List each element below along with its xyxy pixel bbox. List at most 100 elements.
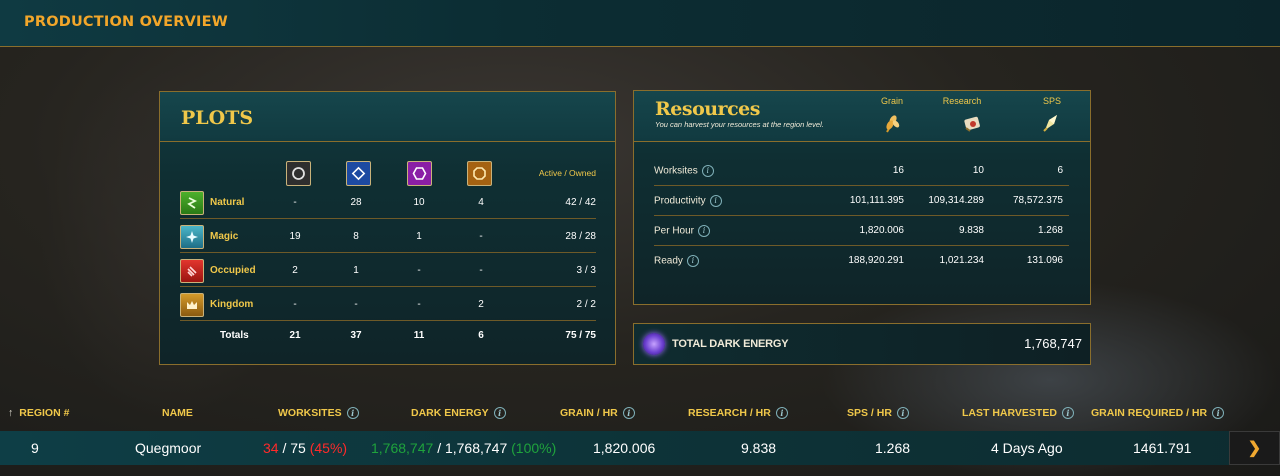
page-title: PRODUCTION OVERVIEW bbox=[24, 14, 228, 30]
plot-cell: 1 bbox=[416, 231, 422, 242]
dark-energy-value: 1,768,747 / 1,768,747 (100%) bbox=[371, 440, 557, 456]
column-header-name[interactable]: NAME bbox=[162, 407, 193, 419]
column-header-research-hr[interactable]: RESEARCH / HR i bbox=[688, 407, 788, 420]
resource-row-label: Ready i bbox=[654, 255, 699, 267]
info-icon[interactable]: i bbox=[346, 407, 359, 420]
total-dark-energy-value: 1,768,747 bbox=[1024, 336, 1082, 351]
plot-total-cell: 6 bbox=[478, 330, 484, 341]
resource-value: 1,021.234 bbox=[939, 255, 985, 266]
grain-icon bbox=[880, 111, 904, 135]
plot-row-label: Kingdom bbox=[210, 299, 254, 310]
worksites-value: 34 / 75 (45%) bbox=[263, 440, 348, 456]
occupied-badge-icon bbox=[180, 259, 204, 283]
kingdom-icon bbox=[467, 161, 492, 186]
resource-value: 9.838 bbox=[958, 225, 984, 236]
magic-badge-icon bbox=[180, 225, 204, 249]
resource-row-per-hour: Per Hour i 1,820.006 9.838 1.268 bbox=[654, 216, 1069, 246]
plot-row-natural: Natural - 28 10 4 42 / 42 bbox=[180, 186, 596, 219]
info-icon[interactable]: i bbox=[622, 407, 635, 420]
plot-cell: 4 bbox=[478, 197, 484, 208]
resource-value: 131.096 bbox=[1026, 255, 1063, 266]
region-number: 9 bbox=[31, 440, 39, 456]
info-icon[interactable]: i bbox=[709, 195, 722, 207]
plot-row-magic: Magic 19 8 1 - 28 / 28 bbox=[180, 220, 596, 253]
research-column-header: Research bbox=[942, 96, 982, 106]
sps-hr-value: 1.268 bbox=[875, 440, 911, 456]
total-dark-energy-label: TOTAL DARK ENERGY bbox=[672, 338, 789, 350]
column-header-last-harvested[interactable]: LAST HARVESTED i bbox=[962, 407, 1074, 420]
resource-value: 1.268 bbox=[1037, 225, 1063, 236]
plot-active-owned: 3 / 3 bbox=[576, 265, 596, 276]
chevron-right-icon: ❯ bbox=[1247, 440, 1262, 457]
plot-active-owned: 42 / 42 bbox=[565, 197, 596, 208]
resource-row-label: Worksites i bbox=[654, 165, 714, 177]
column-header-sps-hr[interactable]: SPS / HR i bbox=[847, 407, 909, 420]
resource-value: 10 bbox=[972, 165, 984, 176]
info-icon[interactable]: i bbox=[698, 225, 711, 237]
magic-icon bbox=[346, 161, 371, 186]
last-harvested-value: 4 Days Ago bbox=[991, 440, 1063, 456]
resource-value: 16 bbox=[892, 165, 904, 176]
grain-required-value: 1461.791 bbox=[1133, 440, 1192, 456]
page-header: PRODUCTION OVERVIEW bbox=[0, 0, 1280, 47]
grain-column-header: Grain bbox=[880, 96, 903, 106]
research-hr-value: 9.838 bbox=[741, 440, 777, 456]
plot-row-label: Natural bbox=[210, 197, 245, 208]
info-icon[interactable]: i bbox=[775, 407, 788, 420]
sort-up-icon: ↑ bbox=[8, 407, 14, 419]
resource-row-ready: Ready i 188,920.291 1,021.234 131.096 bbox=[654, 246, 1069, 276]
plot-total-cell: 21 bbox=[289, 330, 301, 341]
plot-cell: - bbox=[479, 231, 483, 242]
resource-value: 78,572.375 bbox=[1012, 195, 1063, 206]
column-header-region[interactable]: ↑ REGION # bbox=[8, 407, 69, 419]
plot-total-active-owned: 75 / 75 bbox=[565, 330, 596, 341]
info-icon[interactable]: i bbox=[686, 255, 699, 267]
resources-panel-header: Resources You can harvest your resources… bbox=[634, 91, 1090, 142]
resource-value: 6 bbox=[1057, 165, 1063, 176]
resource-row-label: Productivity i bbox=[654, 195, 722, 207]
resource-value: 188,920.291 bbox=[848, 255, 904, 266]
column-header-grain-required[interactable]: GRAIN REQUIRED / HR i bbox=[1091, 407, 1225, 420]
plot-row-label: Magic bbox=[210, 231, 239, 242]
resource-value: 1,820.006 bbox=[859, 225, 905, 236]
info-icon[interactable]: i bbox=[701, 165, 714, 177]
resources-panel: Resources You can harvest your resources… bbox=[633, 90, 1091, 305]
resources-title: Resources bbox=[655, 98, 760, 120]
plot-active-owned: 28 / 28 bbox=[565, 231, 596, 242]
region-name: Quegmoor bbox=[135, 440, 202, 456]
info-icon[interactable]: i bbox=[1061, 407, 1074, 420]
plot-cell: - bbox=[417, 299, 421, 310]
column-header-worksites[interactable]: WORKSITES i bbox=[278, 407, 359, 420]
plot-total-cell: 11 bbox=[413, 330, 425, 341]
plot-cell: 2 bbox=[478, 299, 484, 310]
plot-row-kingdom: Kingdom - - - 2 2 / 2 bbox=[180, 288, 596, 321]
resources-subtitle: You can harvest your resources at the re… bbox=[655, 120, 824, 129]
info-icon[interactable]: i bbox=[896, 407, 909, 420]
info-icon[interactable]: i bbox=[1212, 407, 1225, 420]
plot-cell: 19 bbox=[289, 231, 301, 242]
plot-total-cell: 37 bbox=[350, 330, 362, 341]
column-header-dark-energy[interactable]: DARK ENERGY i bbox=[411, 407, 506, 420]
dark-energy-icon bbox=[643, 333, 665, 355]
research-scroll-icon bbox=[960, 111, 984, 135]
plot-cell: 2 bbox=[292, 265, 298, 276]
plot-cell: - bbox=[417, 265, 421, 276]
plot-cell: - bbox=[293, 299, 297, 310]
grain-hr-value: 1,820.006 bbox=[593, 440, 656, 456]
kingdom-crown-icon bbox=[180, 293, 204, 317]
info-icon[interactable]: i bbox=[493, 407, 506, 420]
column-header-grain-hr[interactable]: GRAIN / HR i bbox=[560, 407, 635, 420]
sps-crystal-icon bbox=[1039, 111, 1063, 135]
plots-panel-header: PLOTS bbox=[160, 92, 615, 142]
plots-title: PLOTS bbox=[181, 107, 254, 129]
plot-cell: - bbox=[479, 265, 483, 276]
plot-row-occupied: Occupied 2 1 - - 3 / 3 bbox=[180, 254, 596, 287]
resource-row-worksites: Worksites i 16 10 6 bbox=[654, 156, 1069, 186]
plots-panel: PLOTS Active / Owned Natural - 28 10 4 4… bbox=[159, 91, 616, 365]
resource-row-productivity: Productivity i 101,111.395 109,314.289 78… bbox=[654, 186, 1069, 216]
table-row[interactable]: 9 Quegmoor 34 / 75 (45%) 1,768,747 / 1,7… bbox=[0, 431, 1280, 465]
plot-row-label: Occupied bbox=[210, 265, 256, 276]
plot-active-owned: 2 / 2 bbox=[576, 299, 596, 310]
open-region-button[interactable]: ❯ bbox=[1229, 431, 1280, 465]
sps-column-header: SPS bbox=[1042, 96, 1061, 106]
